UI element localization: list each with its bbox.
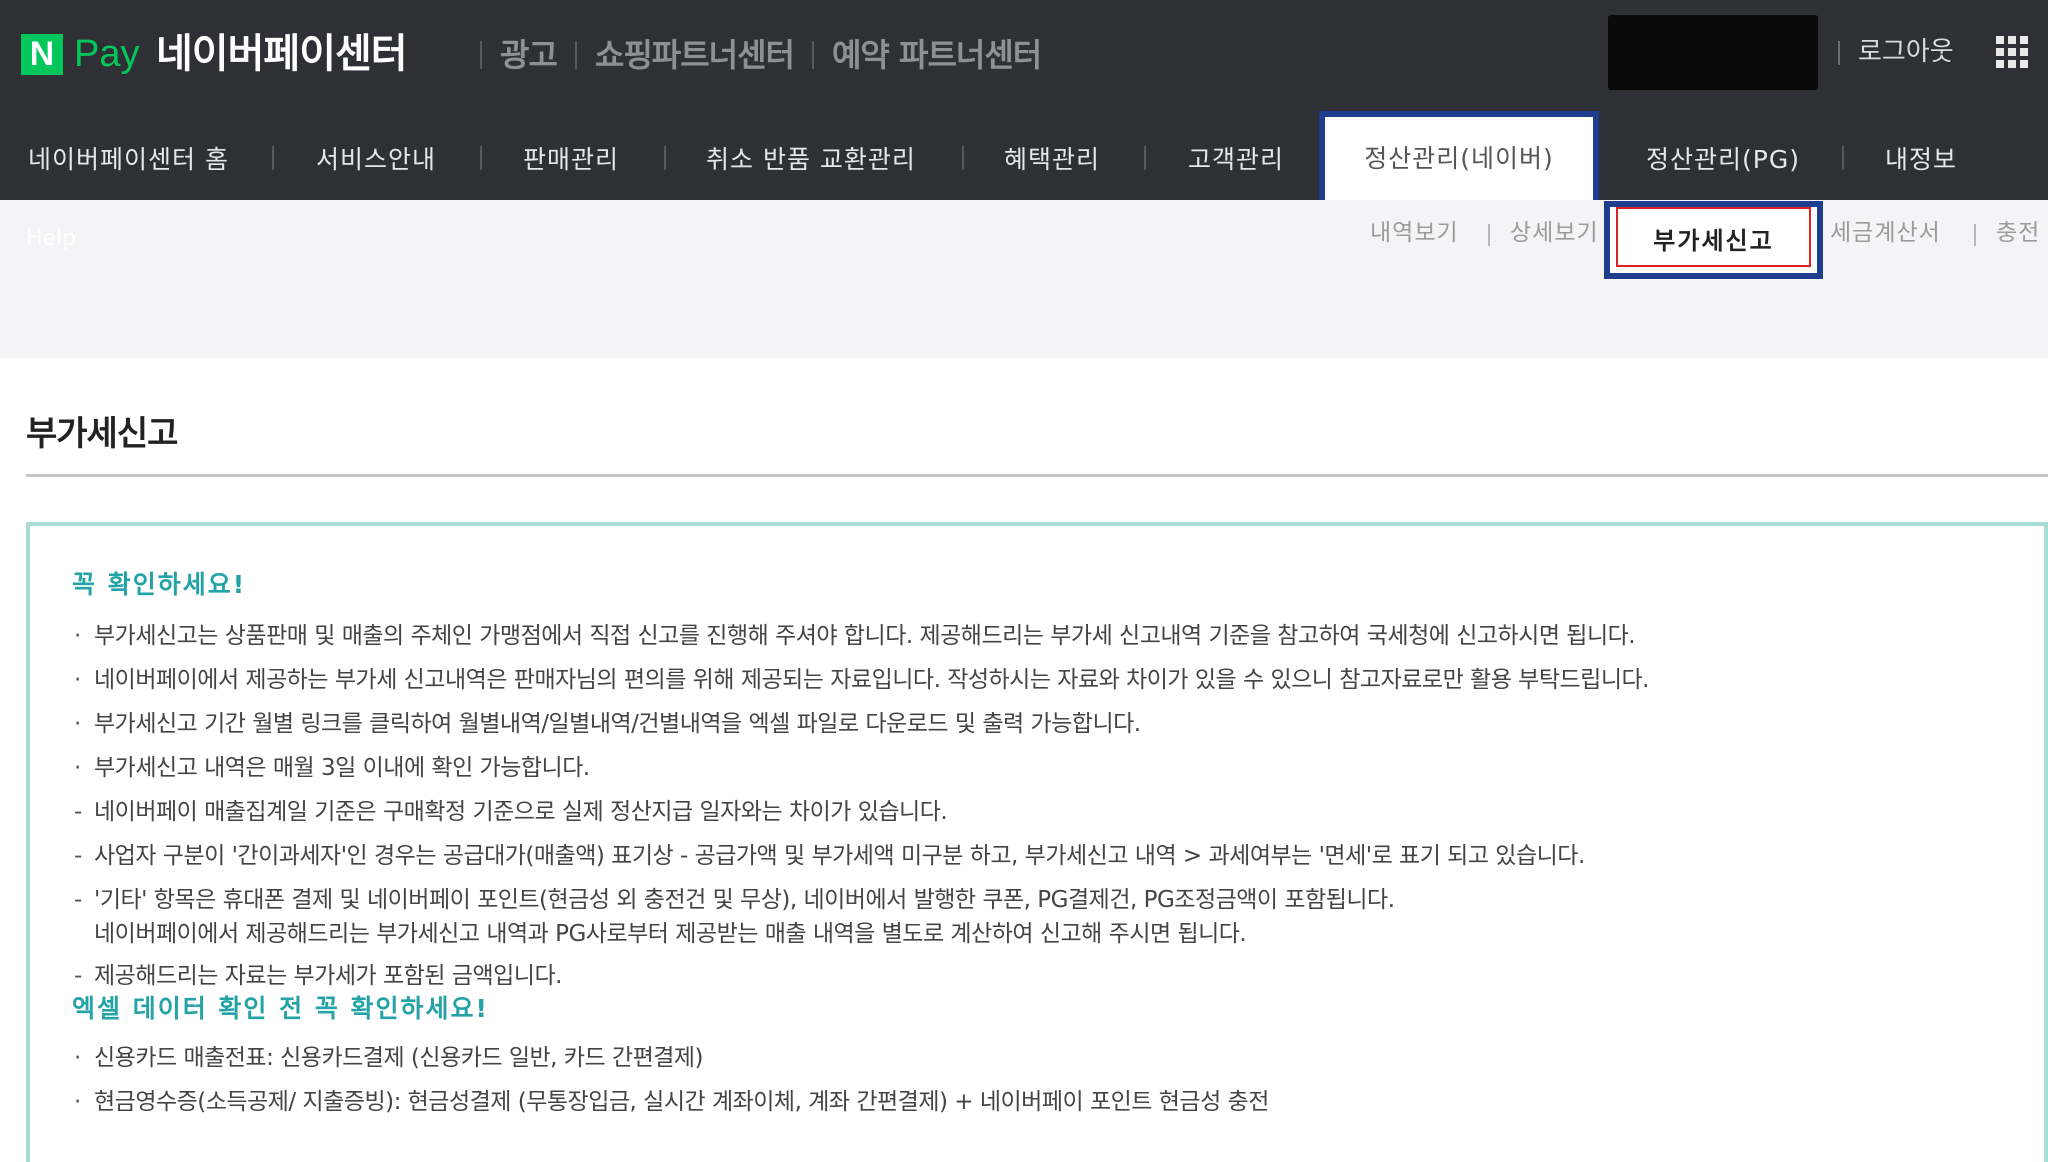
divider: [480, 146, 482, 170]
divider: [1842, 146, 1844, 170]
top-links: 광고 쇼핑파트너센터 예약 파트너센터: [462, 30, 1042, 80]
notice-line: · 부가세신고 기간 월별 링크를 클릭하여 월별내역/일별내역/건별내역을 엑셀…: [74, 711, 1141, 737]
subnav-item-charge[interactable]: 충전: [1996, 216, 2040, 250]
divider: [1488, 224, 1490, 246]
top-link-ads[interactable]: 광고: [500, 30, 558, 80]
nav-item-cancel-return-exchange[interactable]: 취소 반품 교환관리: [706, 115, 916, 200]
pay-logo[interactable]: Pay: [74, 30, 139, 78]
divider: [1838, 41, 1840, 65]
nav-item-customers[interactable]: 고객관리: [1188, 115, 1284, 200]
divider: [272, 146, 274, 170]
notice-heading: 꼭 확인하세요!: [72, 570, 247, 599]
subnav-item-tax-invoice[interactable]: 세금계산서: [1830, 216, 1941, 250]
subnav-item-history[interactable]: 내역보기: [1370, 216, 1459, 250]
subnav-item-label: 부가세신고: [1653, 227, 1774, 255]
divider: [480, 41, 482, 69]
nav-item-label: 정산관리(네이버): [1364, 144, 1554, 173]
title-divider: [26, 474, 2048, 477]
notice-line: · 현금영수증(소득공제/ 지출증빙): 현금성결제 (무통장입금, 실시간 계좌…: [74, 1089, 1269, 1115]
notice-line: · 부가세신고 내역은 매월 3일 이내에 확인 가능합니다.: [74, 755, 590, 781]
notice-line: - 사업자 구분이 '간이과세자'인 경우는 공급대가(매출액) 표기상 - 공급…: [74, 843, 1585, 869]
page-title: 부가세신고: [26, 414, 178, 454]
logout-button[interactable]: 로그아웃: [1858, 32, 1954, 72]
notice-line: - 네이버페이 매출집계일 기준은 구매확정 기준으로 실제 정산지급 일자와는 …: [74, 799, 948, 825]
naver-logo-icon[interactable]: N: [21, 34, 63, 75]
user-info-redacted: [1608, 15, 1818, 90]
nav-item-sales[interactable]: 판매관리: [523, 115, 619, 200]
divider: [574, 41, 577, 69]
subnav-item-vat-report[interactable]: 부가세신고: [1604, 201, 1823, 279]
top-link-shopping-partner[interactable]: 쇼핑파트너센터: [595, 30, 795, 80]
nav-item-settlement-pg[interactable]: 정산관리(PG): [1646, 115, 1800, 200]
notice-line: · 신용카드 매출전표: 신용카드결제 (신용카드 일반, 카드 간편결제): [74, 1045, 704, 1071]
top-link-reservation-partner[interactable]: 예약 파트너센터: [832, 30, 1042, 80]
help-link[interactable]: Help: [26, 226, 76, 251]
site-title[interactable]: 네이버페이센터: [156, 26, 408, 82]
nav-item-my-info[interactable]: 내정보: [1885, 115, 1957, 200]
nav-item-home[interactable]: 네이버페이센터 홈: [28, 115, 229, 200]
nav-item-service-guide[interactable]: 서비스안내: [316, 115, 436, 200]
nav-item-benefits[interactable]: 혜택관리: [1004, 115, 1100, 200]
divider: [811, 41, 814, 69]
subnav-item-details[interactable]: 상세보기: [1510, 216, 1599, 250]
divider: [1144, 146, 1146, 170]
divider: [1974, 224, 1976, 246]
notice-line: - '기타' 항목은 휴대폰 결제 및 네이버페이 포인트(현금성 외 충전건 및…: [74, 887, 1395, 913]
notice-line: · 부가세신고는 상품판매 및 매출의 주체인 가맹점에서 직접 신고를 진행해 …: [74, 623, 1636, 649]
notice-line-continued: 네이버페이에서 제공해드리는 부가세신고 내역과 PG사로부터 제공받는 매출 …: [94, 921, 1247, 947]
notice-line: - 제공해드리는 자료는 부가세가 포함된 금액입니다.: [74, 963, 562, 989]
excel-notice-heading: 엑셀 데이터 확인 전 꼭 확인하세요!: [72, 994, 489, 1023]
divider: [962, 146, 964, 170]
app-grid-icon[interactable]: [1996, 36, 2028, 68]
notice-line: · 네이버페이에서 제공하는 부가세 신고내역은 판매자님의 편의를 위해 제공되…: [74, 667, 1649, 693]
divider: [664, 146, 666, 170]
